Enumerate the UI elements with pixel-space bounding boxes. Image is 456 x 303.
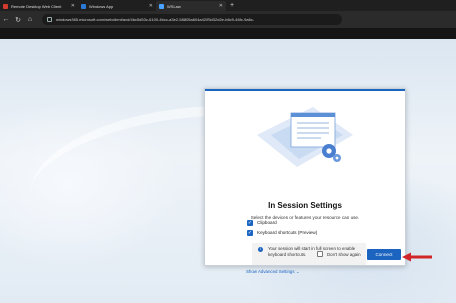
tab-windows-app[interactable]: Windows App ✕ bbox=[78, 1, 156, 11]
new-tab-icon[interactable]: + bbox=[230, 1, 234, 11]
remote-session-top-band bbox=[0, 28, 456, 39]
active-tab-favicon-icon bbox=[159, 3, 164, 9]
tab-label: WSLaw bbox=[167, 3, 181, 9]
browser-tab-strip: Remote Desktop Web Client ✕ Windows App … bbox=[0, 0, 456, 11]
site-info-icon[interactable] bbox=[47, 17, 52, 22]
close-tab-icon[interactable]: ✕ bbox=[71, 3, 75, 9]
settings-illustration-icon bbox=[257, 107, 353, 167]
clipboard-option[interactable]: ✓ Clipboard bbox=[247, 219, 277, 226]
checkbox-unchecked-icon[interactable] bbox=[317, 251, 323, 257]
show-advanced-settings-link[interactable]: Show Advanced Settings ⌄ bbox=[246, 269, 300, 275]
reload-icon[interactable]: ↻ bbox=[12, 16, 24, 24]
dialog-title: In Session Settings bbox=[268, 201, 342, 210]
keyboard-shortcuts-option[interactable]: ✓ Keyboard shortcuts (Preview) bbox=[247, 229, 317, 236]
url-text: windows365.microsoft.com/webclient/avd/4… bbox=[56, 17, 255, 22]
close-tab-icon[interactable]: ✕ bbox=[149, 3, 153, 9]
home-icon[interactable]: ⌂ bbox=[24, 16, 36, 23]
tab-label: Remote Desktop Web Client bbox=[11, 3, 62, 9]
advanced-link-label: Show Advanced Settings bbox=[246, 269, 295, 274]
connect-button[interactable]: Connect bbox=[367, 249, 401, 260]
url-field[interactable]: windows365.microsoft.com/webclient/avd/4… bbox=[42, 14, 342, 25]
in-session-settings-dialog: In Session Settings Select the devices o… bbox=[204, 88, 406, 274]
dialog-footer: Don't show again Connect bbox=[205, 243, 405, 265]
chevron-down-icon: ⌄ bbox=[295, 269, 300, 274]
tab-remote-desktop[interactable]: Remote Desktop Web Client ✕ bbox=[0, 1, 78, 11]
option-label: Clipboard bbox=[257, 220, 277, 225]
tab-label: Windows App bbox=[89, 3, 114, 9]
option-label: Keyboard shortcuts (Preview) bbox=[257, 230, 318, 235]
dont-show-again-option[interactable]: Don't show again bbox=[317, 251, 361, 257]
dont-show-label: Don't show again bbox=[327, 251, 361, 257]
tab-active[interactable]: WSLaw ✕ bbox=[156, 1, 226, 11]
back-icon[interactable]: ← bbox=[0, 16, 12, 23]
address-toolbar: ← ↻ ⌂ windows365.microsoft.com/webclient… bbox=[0, 11, 456, 28]
dialog-subtitle: Select the devices or features your reso… bbox=[250, 215, 360, 220]
dialog-accent-bar bbox=[205, 89, 405, 91]
annotation-arrow-icon bbox=[402, 252, 432, 262]
checkbox-checked-icon[interactable]: ✓ bbox=[247, 229, 253, 236]
checkbox-checked-icon[interactable]: ✓ bbox=[247, 219, 253, 226]
remote-desktop-favicon-icon bbox=[3, 3, 8, 9]
close-tab-icon[interactable]: ✕ bbox=[219, 3, 223, 9]
windows-app-favicon-icon bbox=[81, 3, 86, 9]
